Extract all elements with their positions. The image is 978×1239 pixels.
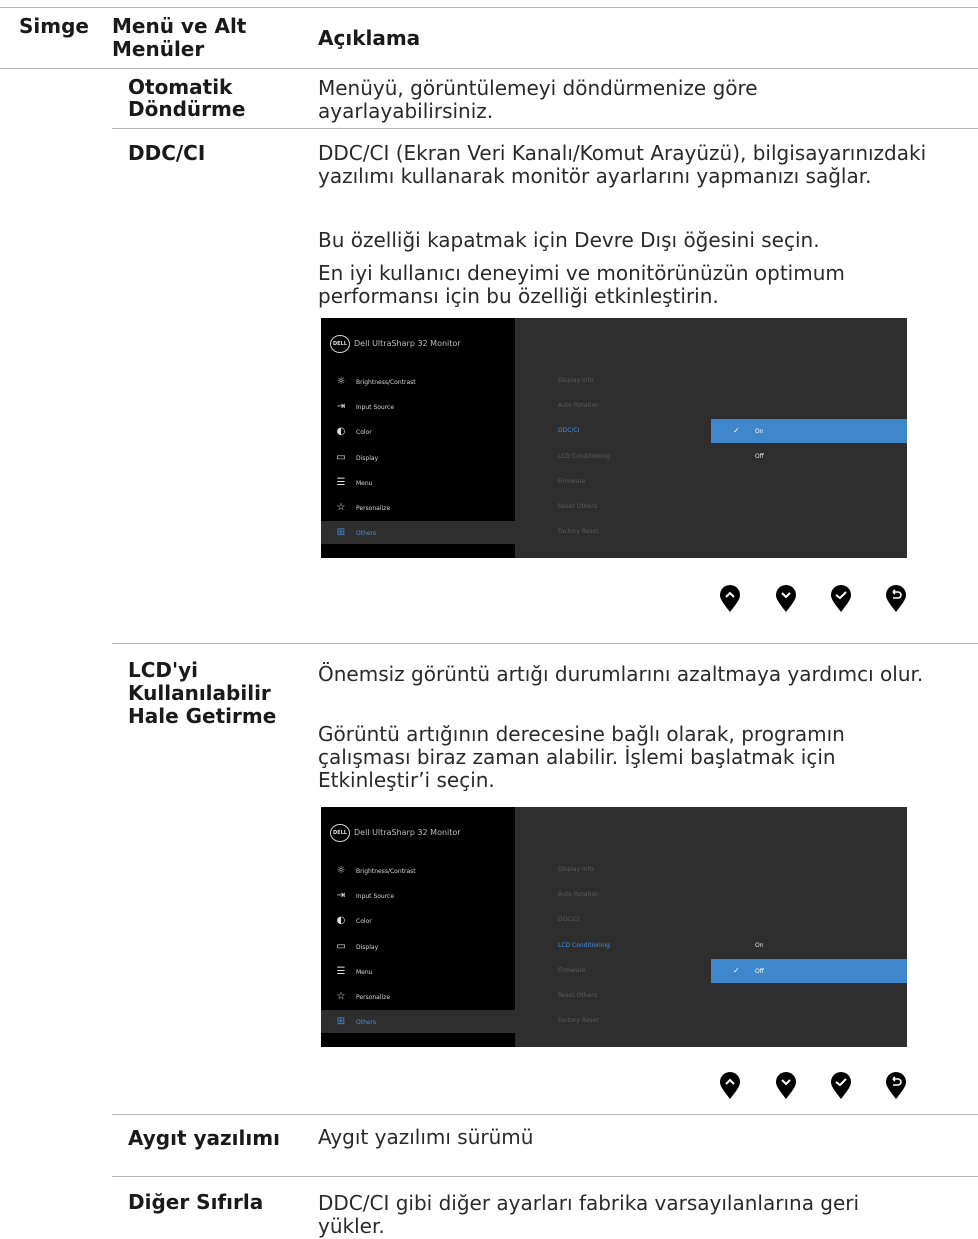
term-firmware: Aygıt yazılımı bbox=[128, 1126, 280, 1150]
desc-ddc-ci-2: Bu özelliği kapatmak için Devre Dışı öğe… bbox=[318, 228, 820, 252]
header-desc-col: Açıklama bbox=[318, 26, 421, 50]
header-menu-col: Menü ve Alt Menüler bbox=[112, 14, 247, 61]
palette-icon: ◐ bbox=[336, 915, 346, 926]
others-icon: ⊞ bbox=[336, 1016, 346, 1027]
row-rule bbox=[112, 128, 978, 129]
osd-sub-firmware[interactable]: Firmware bbox=[558, 476, 586, 488]
row-rule bbox=[112, 643, 978, 644]
osd-menu-display[interactable]: ▭ Display bbox=[334, 451, 514, 465]
osd-menu-input[interactable]: ⇥ Input Source bbox=[334, 400, 514, 414]
term-lcd-conditioning: LCD'yi Kullanılabilir Hale Getirme bbox=[128, 658, 277, 728]
osd-menu-brightness[interactable]: ☼ Brightness/Contrast bbox=[334, 864, 514, 878]
display-icon: ▭ bbox=[336, 941, 346, 952]
term-ddc-ci: DDC/CI bbox=[128, 141, 206, 165]
palette-icon: ◐ bbox=[336, 426, 346, 437]
menu-icon: ☰ bbox=[336, 966, 346, 977]
osd-sub-display-info[interactable]: Display Info bbox=[558, 375, 593, 387]
dell-logo-icon: DELL bbox=[330, 824, 350, 842]
check-icon: ✓ bbox=[733, 966, 740, 975]
desc-ddc-ci-3: En iyi kullanıcı deneyimi ve monitörünüz… bbox=[318, 261, 845, 308]
term-auto-rotation: Otomatik Döndürme bbox=[128, 75, 246, 121]
osd-option-on[interactable]: On bbox=[711, 934, 907, 958]
osd-sub-firmware[interactable]: Firmware bbox=[558, 965, 586, 977]
osd-option-off[interactable]: ✓ Off bbox=[711, 959, 907, 983]
osd-menu-others[interactable]: ⊞ Others bbox=[334, 526, 514, 540]
star-icon: ☆ bbox=[336, 991, 346, 1002]
header-icon-col: Simge bbox=[19, 14, 89, 38]
osd-menu-menu[interactable]: ☰ Menu bbox=[334, 476, 514, 490]
dell-logo-icon: DELL bbox=[330, 335, 350, 353]
osd-sub-factory-reset[interactable]: Factory Reset bbox=[558, 526, 599, 538]
osd-sub-lcd[interactable]: LCD Conditioning bbox=[558, 940, 610, 952]
down-button-icon bbox=[776, 1072, 796, 1099]
up-button-icon bbox=[720, 585, 740, 612]
brightness-icon: ☼ bbox=[336, 376, 346, 387]
others-icon: ⊞ bbox=[336, 527, 346, 538]
row-rule bbox=[112, 1176, 978, 1177]
check-button-icon bbox=[831, 1072, 851, 1099]
check-button-icon bbox=[831, 585, 851, 612]
osd-sub-factory-reset[interactable]: Factory Reset bbox=[558, 1015, 599, 1027]
osd-sub-reset-others[interactable]: Reset Others bbox=[558, 501, 597, 513]
back-button-icon bbox=[886, 1072, 906, 1099]
osd-sub-auto-rotation[interactable]: Auto Rotation bbox=[558, 400, 599, 412]
osd-option-on[interactable]: ✓ On bbox=[711, 419, 907, 443]
osd-menu-menu[interactable]: ☰ Menu bbox=[334, 965, 514, 979]
osd-sub-ddc-ci[interactable]: DDC/CI bbox=[558, 425, 579, 437]
osd-screenshot-ddc: DELL Dell UltraSharp 32 Monitor ☼ Brightn… bbox=[321, 318, 907, 558]
brightness-icon: ☼ bbox=[336, 865, 346, 876]
star-icon: ☆ bbox=[336, 502, 346, 513]
osd-sub-ddc-ci[interactable]: DDC/CI bbox=[558, 914, 579, 926]
osd-sub-lcd[interactable]: LCD Conditioning bbox=[558, 451, 610, 463]
osd-menu-color[interactable]: ◐ Color bbox=[334, 914, 514, 928]
osd-menu-display[interactable]: ▭ Display bbox=[334, 940, 514, 954]
back-button-icon bbox=[886, 585, 906, 612]
osd-menu-personalize[interactable]: ☆ Personalize bbox=[334, 501, 514, 515]
input-source-icon: ⇥ bbox=[336, 890, 346, 901]
osd-sub-display-info[interactable]: Display Info bbox=[558, 864, 593, 876]
desc-lcd-1: Önemsiz görüntü artığı durumlarını azalt… bbox=[318, 662, 924, 686]
term-reset-others: Diğer Sıfırla bbox=[128, 1190, 264, 1214]
osd-menu-input[interactable]: ⇥ Input Source bbox=[334, 889, 514, 903]
osd-option-off[interactable]: Off bbox=[711, 445, 907, 469]
desc-auto-rotation: Menüyü, görüntülemeyi döndürmenize göre … bbox=[318, 76, 758, 123]
osd-title: Dell UltraSharp 32 Monitor bbox=[354, 339, 461, 348]
menu-icon: ☰ bbox=[336, 477, 346, 488]
osd-submenu-panel bbox=[515, 807, 907, 1047]
check-icon: ✓ bbox=[733, 426, 740, 435]
input-source-icon: ⇥ bbox=[336, 401, 346, 412]
desc-ddc-ci-1: DDC/CI (Ekran Veri Kanalı/Komut Arayüzü)… bbox=[318, 141, 927, 188]
down-button-icon bbox=[776, 585, 796, 612]
osd-title: Dell UltraSharp 32 Monitor bbox=[354, 828, 461, 837]
osd-screenshot-lcd: DELL Dell UltraSharp 32 Monitor ☼ Brightn… bbox=[321, 807, 907, 1047]
desc-lcd-2: Görüntü artığının derecesine bağlı olara… bbox=[318, 722, 845, 792]
osd-menu-others[interactable]: ⊞ Others bbox=[334, 1015, 514, 1029]
top-rule bbox=[0, 7, 978, 8]
osd-menu-brightness[interactable]: ☼ Brightness/Contrast bbox=[334, 375, 514, 389]
display-icon: ▭ bbox=[336, 452, 346, 463]
row-rule bbox=[112, 1114, 978, 1115]
osd-sub-reset-others[interactable]: Reset Others bbox=[558, 990, 597, 1002]
desc-reset-others: DDC/CI gibi diğer ayarları fabrika varsa… bbox=[318, 1191, 860, 1238]
desc-firmware: Aygıt yazılımı sürümü bbox=[318, 1125, 534, 1149]
osd-sub-auto-rotation[interactable]: Auto Rotation bbox=[558, 889, 599, 901]
header-rule bbox=[0, 68, 978, 69]
up-button-icon bbox=[720, 1072, 740, 1099]
osd-menu-personalize[interactable]: ☆ Personalize bbox=[334, 990, 514, 1004]
osd-menu-color[interactable]: ◐ Color bbox=[334, 425, 514, 439]
